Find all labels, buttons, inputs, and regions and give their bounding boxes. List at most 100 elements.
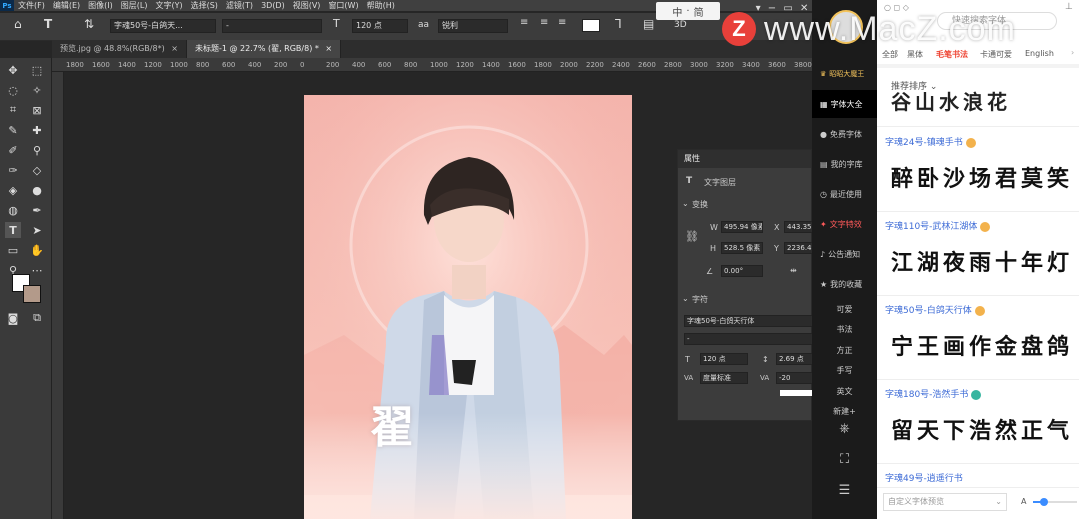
custom-preview-input[interactable]: 自定义字体预览 ⌄ — [883, 493, 1007, 511]
tab-close-icon[interactable]: × — [325, 44, 332, 53]
paint-bucket-icon[interactable]: ◈ — [5, 182, 21, 198]
document-canvas[interactable]: 翟 — [304, 95, 632, 519]
menu-item-window[interactable]: 窗口(W) — [324, 0, 362, 11]
font-item-name[interactable]: 字魂49号-逍遥行书 — [885, 471, 963, 484]
menu-item-view[interactable]: 视图(V) — [289, 0, 325, 11]
blur-tool-icon[interactable]: ● — [29, 182, 45, 198]
sub-new[interactable]: 新建+ — [812, 406, 877, 417]
kerning-field[interactable]: 度量标准 — [700, 372, 748, 384]
menu-item-layer[interactable]: 图层(L) — [117, 0, 152, 11]
warp-text-icon[interactable]: Ꞁ — [615, 17, 622, 31]
tab-preview[interactable]: 预览.jpg @ 48.8%(RGB/8*) × — [52, 40, 187, 58]
collapse-character-icon[interactable]: ⌄ — [682, 294, 689, 303]
quick-mask-icon[interactable]: ◙ — [5, 310, 21, 326]
brush-tool-icon[interactable]: ✐ — [5, 142, 21, 158]
x-field[interactable]: 443.35 — [784, 221, 813, 233]
align-left-icon[interactable]: ≡ — [520, 17, 528, 28]
frame-tool-icon[interactable]: ⊠ — [29, 102, 45, 118]
sub-founder[interactable]: 方正 — [812, 345, 877, 356]
pen-tool-icon[interactable]: ✒ — [29, 202, 45, 218]
stamp-tool-icon[interactable]: ⚲ — [29, 142, 45, 158]
menu-item-file[interactable]: 文件(F) — [14, 0, 49, 11]
ime-lang-label[interactable]: 中 — [672, 4, 682, 19]
font-item-name[interactable]: 字魂180号-浩然手书 — [885, 387, 982, 400]
dodge-tool-icon[interactable]: ◍ — [5, 202, 21, 218]
text-orientation-icon[interactable]: ⇅ — [84, 17, 94, 31]
background-color-swatch[interactable] — [23, 285, 41, 303]
font-item-name[interactable]: 字魂50号-白鸽天行体 — [885, 303, 985, 316]
marquee-tool-icon[interactable]: ⬚ — [29, 62, 45, 78]
hand-tool-icon[interactable]: ✋ — [29, 242, 45, 258]
y-field[interactable]: 2236.49 — [784, 242, 813, 254]
3d-button[interactable]: 3D — [674, 20, 687, 30]
font-item-name[interactable]: 字魂110号-武林江湖体 — [885, 219, 991, 232]
ime-toolbar[interactable]: 中 · 简 — [656, 2, 720, 20]
sub-handwriting[interactable]: 手写 — [812, 365, 877, 376]
nav-item-4[interactable]: ✦ 文字特效 — [812, 210, 877, 238]
type-tool-icon[interactable]: T — [5, 222, 21, 238]
lasso-tool-icon[interactable]: ◌ — [5, 82, 21, 98]
flip-horizontal-icon[interactable]: ⇹ — [790, 266, 797, 275]
gift-icon[interactable]: ⎈ — [812, 421, 877, 436]
char-size-field[interactable]: 120 点 — [700, 353, 748, 365]
character-font-family[interactable]: 字魂50号-白鸽天行体 — [684, 315, 813, 327]
font-sample[interactable]: 江湖夜雨十年灯 — [891, 245, 1073, 277]
eyedropper-icon[interactable]: ✎ — [5, 122, 21, 138]
angle-field[interactable]: 0.00° — [721, 265, 763, 277]
ime-mode-label[interactable]: 简 — [694, 4, 704, 19]
canvas-text-layer[interactable]: 翟 — [370, 391, 414, 455]
nav-item-3[interactable]: ◷ 最近使用 — [812, 180, 877, 208]
antialias-select[interactable]: 锐利 — [438, 19, 508, 33]
magic-wand-icon[interactable]: ✧ — [29, 82, 45, 98]
home-icon[interactable]: ⌂ — [14, 17, 22, 31]
crop-tool-icon[interactable]: ⌗ — [5, 102, 21, 118]
font-family-select[interactable]: 字魂50号-白鸽天... — [110, 19, 216, 33]
font-sample[interactable]: 宁王画作金盘鸽 — [891, 329, 1073, 361]
font-sample[interactable]: 醉卧沙场君莫笑 — [891, 161, 1073, 193]
menu-item-filter[interactable]: 滤镜(T) — [222, 0, 257, 11]
nav-item-1[interactable]: ● 免费字体 — [812, 120, 877, 148]
eraser-tool-icon[interactable]: ◇ — [29, 162, 45, 178]
nav-item-2[interactable]: ▤ 我的字库 — [812, 150, 877, 178]
screen-mode-icon[interactable]: ⧉ — [29, 310, 45, 326]
font-size-select[interactable]: 120 点 — [352, 19, 408, 33]
menu-item-edit[interactable]: 编辑(E) — [49, 0, 84, 11]
more-tools-icon[interactable]: ⋯ — [29, 262, 45, 278]
font-style-select[interactable]: - — [222, 19, 322, 33]
character-panel-icon[interactable]: ▤ — [643, 17, 654, 31]
sub-cute[interactable]: 可爱 — [812, 304, 877, 315]
photoshop-logo-icon[interactable]: Ps — [0, 0, 14, 11]
font-sample[interactable]: 留天下浩然正气 — [891, 413, 1073, 445]
menu-icon[interactable]: ☰ — [812, 483, 877, 498]
align-right-icon[interactable]: ≡ — [558, 17, 566, 28]
rectangle-tool-icon[interactable]: ▭ — [5, 242, 21, 258]
skin-icon[interactable]: ⛶ — [812, 452, 877, 467]
width-field[interactable]: 495.94 像素 — [721, 221, 763, 233]
height-field[interactable]: 528.5 像素 — [721, 242, 763, 254]
nav-item-0[interactable]: ▦ 字体大全 — [812, 90, 877, 118]
font-sample-top[interactable]: 谷山水浪花 — [891, 86, 1011, 115]
history-brush-icon[interactable]: ✑ — [5, 162, 21, 178]
menu-item-help[interactable]: 帮助(H) — [363, 0, 399, 11]
type-tool-icon[interactable]: T — [44, 17, 52, 31]
tab-close-icon[interactable]: × — [171, 44, 178, 53]
nav-item-5[interactable]: ♪ 公告通知 — [812, 240, 877, 268]
text-color-swatch[interactable] — [582, 19, 600, 32]
menu-item-type[interactable]: 文字(Y) — [151, 0, 186, 11]
tab-untitled[interactable]: 未标题-1 @ 22.7% (翟, RGB/8) * × — [186, 40, 342, 58]
tracking-field[interactable]: -20 — [776, 372, 813, 384]
properties-tab[interactable]: 属性 — [678, 150, 811, 168]
sub-english[interactable]: 英文 — [812, 386, 877, 397]
size-slider-handle[interactable] — [1040, 498, 1048, 506]
menu-item-3d[interactable]: 3D(D) — [257, 0, 289, 11]
character-font-style[interactable]: - — [684, 333, 813, 345]
healing-brush-icon[interactable]: ✚ — [29, 122, 45, 138]
sub-calligraphy[interactable]: 书法 — [812, 324, 877, 335]
text-color-bar[interactable] — [780, 390, 813, 396]
nav-item-6[interactable]: ★ 我的收藏 — [812, 270, 877, 298]
link-proportions-icon[interactable]: ⛓ — [685, 230, 699, 243]
font-item-name[interactable]: 字魂24号-镇魂手书 — [885, 135, 976, 148]
move-tool-icon[interactable]: ✥ — [5, 62, 21, 78]
vip-user-label[interactable]: ♛ 昭昭大魔王 — [812, 60, 877, 88]
menu-item-image[interactable]: 图像(I) — [84, 0, 117, 11]
